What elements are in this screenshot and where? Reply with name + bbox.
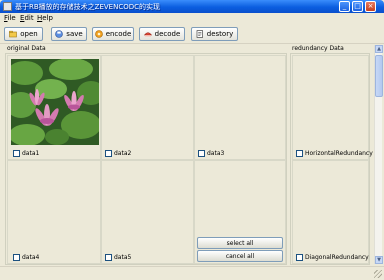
data4-checkbox[interactable]: data4 xyxy=(13,254,39,261)
horizontal-redundancy-cell: HorizontalRedundancy xyxy=(292,55,373,160)
decode-icon xyxy=(143,32,152,37)
horizontal-redundancy-checkbox-box[interactable] xyxy=(296,150,303,157)
close-icon[interactable]: × xyxy=(365,1,376,12)
maximize-icon[interactable]: □ xyxy=(352,1,363,12)
data2-checkbox-box[interactable] xyxy=(105,150,112,157)
diagonal-redundancy-checkbox[interactable]: DiagonalRedundancy xyxy=(296,254,369,261)
save-button[interactable]: save xyxy=(51,27,87,41)
destroy-icon xyxy=(196,30,203,38)
original-data-label: original Data xyxy=(7,45,46,52)
data4-checkbox-box[interactable] xyxy=(13,254,20,261)
data3-cell: data3 xyxy=(194,55,286,160)
vertical-scrollbar[interactable]: ▲ ▼ xyxy=(374,45,383,264)
cancel-all-button[interactable]: cancel all xyxy=(197,250,283,262)
scrollbar-thumb[interactable] xyxy=(375,55,383,97)
redundancy-data-label: redundancy Data xyxy=(292,45,344,52)
title-bar: 基于RB播放的存储技术之ZEVENCODC的实现 _ □ × xyxy=(0,0,384,13)
data1-checkbox-box[interactable] xyxy=(13,150,20,157)
open-button[interactable]: open xyxy=(4,27,43,41)
app-icon xyxy=(3,2,12,11)
menu-bar: File Edit Help xyxy=(0,13,384,24)
open-folder-icon xyxy=(9,30,18,38)
data5-checkbox[interactable]: data5 xyxy=(105,254,131,261)
actions-cell: select all cancel all xyxy=(194,160,286,264)
encode-icon xyxy=(94,30,103,38)
data2-cell: data2 xyxy=(101,55,194,160)
data1-cell: data1 xyxy=(7,55,101,160)
scroll-up-icon[interactable]: ▲ xyxy=(375,45,383,53)
data3-checkbox-box[interactable] xyxy=(198,150,205,157)
decode-button[interactable]: decode xyxy=(139,27,185,41)
status-bar xyxy=(0,266,384,280)
window-title: 基于RB播放的存储技术之ZEVENCODC的实现 xyxy=(15,3,161,11)
menu-help[interactable]: Help xyxy=(37,14,53,22)
data5-cell: data5 xyxy=(101,160,194,264)
horizontal-redundancy-checkbox[interactable]: HorizontalRedundancy xyxy=(296,150,373,157)
data3-checkbox[interactable]: data3 xyxy=(198,150,224,157)
encode-button[interactable]: encode xyxy=(92,27,134,41)
diagonal-redundancy-checkbox-box[interactable] xyxy=(296,254,303,261)
water-lily-image xyxy=(11,59,99,145)
original-data-panel: data1 data2 data3 data4 data5 select all… xyxy=(5,53,287,265)
diagonal-redundancy-cell: DiagonalRedundancy xyxy=(292,160,369,264)
data2-checkbox[interactable]: data2 xyxy=(105,150,131,157)
data1-image xyxy=(11,59,99,145)
menu-file[interactable]: File xyxy=(4,14,16,22)
destory-button[interactable]: destory xyxy=(191,27,238,41)
redundancy-data-panel: HorizontalRedundancy DiagonalRedundancy xyxy=(290,53,373,265)
save-icon xyxy=(55,30,64,38)
data1-checkbox[interactable]: data1 xyxy=(13,150,39,157)
resize-grip-icon[interactable] xyxy=(374,270,382,278)
toolbar: open save encode decode destory xyxy=(0,24,384,44)
select-all-button[interactable]: select all xyxy=(197,237,283,249)
scroll-down-icon[interactable]: ▼ xyxy=(375,256,383,264)
data5-checkbox-box[interactable] xyxy=(105,254,112,261)
menu-edit[interactable]: Edit xyxy=(20,14,34,22)
data4-cell: data4 xyxy=(7,160,101,264)
minimize-icon[interactable]: _ xyxy=(339,1,350,12)
